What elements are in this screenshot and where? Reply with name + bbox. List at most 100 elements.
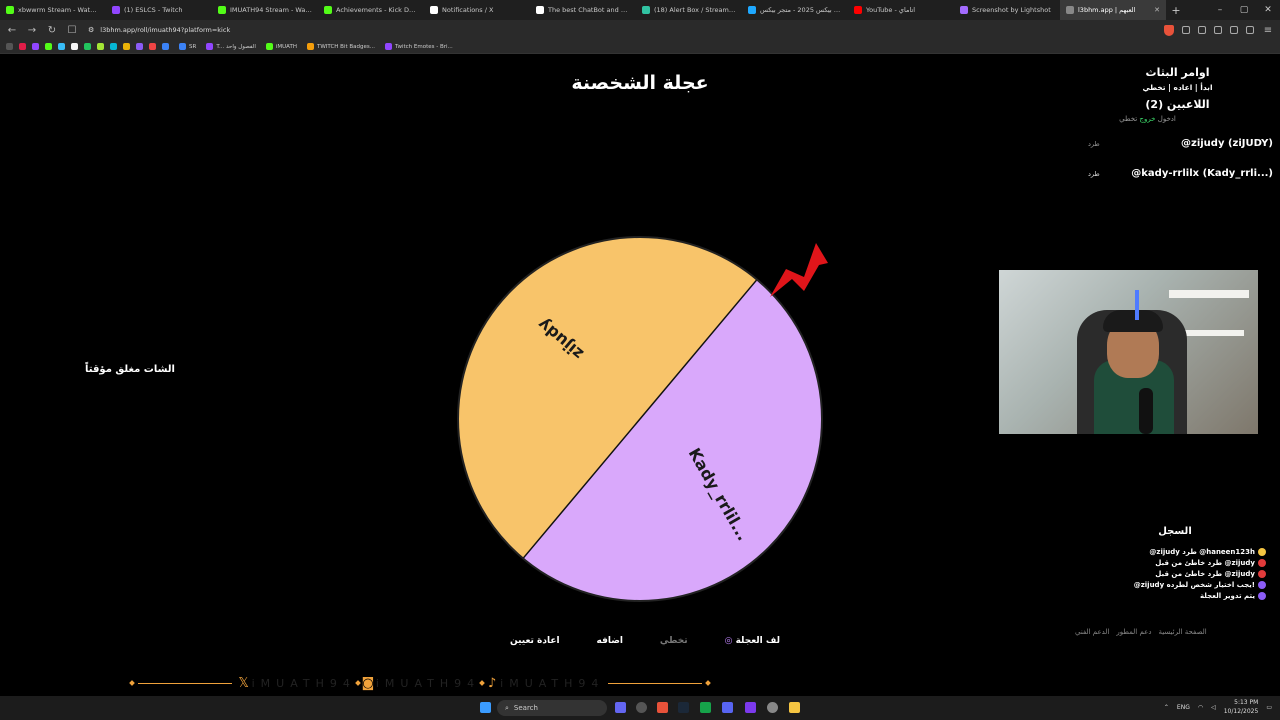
bookmark-icon bbox=[265, 43, 273, 50]
file-explorer-icon[interactable] bbox=[789, 702, 800, 713]
close-icon[interactable]: ✕ bbox=[1256, 5, 1280, 15]
chevron-up-icon[interactable]: ⌃ bbox=[1164, 704, 1169, 711]
browser-tab[interactable]: The best ChatBot and Widgets bbox=[530, 0, 636, 20]
browser-toolbar: ← → ↻ ☐ ⚙ l3bhm.app/roll/imuath94?platfo… bbox=[0, 20, 1280, 40]
bookmark-item[interactable]: Twitch Emotes - Bri... bbox=[385, 43, 453, 50]
bookmark-icon bbox=[179, 43, 186, 50]
add-button[interactable]: اضافه bbox=[587, 634, 634, 648]
brave-shield-icon[interactable] bbox=[1164, 24, 1174, 36]
bookmark-icon[interactable] bbox=[162, 43, 169, 50]
settings-icon[interactable] bbox=[767, 702, 778, 713]
tab-title: The best ChatBot and Widgets bbox=[548, 6, 630, 14]
tab-title: (18) Alert Box / Streamlabs bbox=[654, 6, 736, 14]
chat-app-icon[interactable] bbox=[615, 702, 626, 713]
volume-icon[interactable]: ◁ bbox=[1211, 704, 1216, 711]
bookmark-icon[interactable] bbox=[32, 43, 39, 50]
reload-icon[interactable]: ↻ bbox=[46, 25, 58, 36]
menu-icon[interactable]: ≡ bbox=[1262, 25, 1274, 36]
bookmark-list: SR T... الفصول واحد iMUATH TWITCH Bit Badge… bbox=[179, 43, 453, 50]
extension-icon[interactable] bbox=[1214, 26, 1222, 34]
spin-wheel[interactable]: zijudyKady_rrlil... bbox=[456, 235, 876, 615]
browser-tab[interactable]: Achievements - Kick Dashboa bbox=[318, 0, 424, 20]
forward-icon[interactable]: → bbox=[26, 25, 38, 36]
bookmark-icon bbox=[385, 43, 392, 50]
sidebar-icon[interactable] bbox=[1230, 26, 1238, 34]
social-banner: 𝕏 iMUATH94 ◙ iMUATH94 ♪ iMUATH94 bbox=[129, 674, 711, 692]
divider-line bbox=[608, 682, 703, 684]
site-info-icon[interactable]: ⚙ bbox=[88, 26, 94, 34]
skip-button[interactable]: تخطي bbox=[650, 634, 698, 648]
footer-link[interactable]: الدعم الفني bbox=[1075, 628, 1109, 636]
bookmark-item[interactable]: iMUATH bbox=[265, 43, 297, 50]
language-indicator[interactable]: ENG bbox=[1177, 704, 1190, 711]
bookmark-icon[interactable] bbox=[97, 43, 104, 50]
spin-label: لف العجلة bbox=[735, 636, 780, 646]
tab-favicon-icon bbox=[1066, 6, 1074, 14]
wifi-icon[interactable]: ◠ bbox=[1198, 704, 1203, 711]
address-bar[interactable]: ⚙ l3bhm.app/roll/imuath94?platform=kick bbox=[86, 23, 1156, 37]
kick-button[interactable]: طرد bbox=[1088, 170, 1100, 178]
extension-icon[interactable] bbox=[1182, 26, 1190, 34]
bookmark-item[interactable]: TWITCH Bit Badges... bbox=[306, 43, 375, 50]
bookmark-icon[interactable] bbox=[45, 43, 52, 50]
start-icon[interactable] bbox=[480, 702, 491, 713]
back-icon[interactable]: ← bbox=[6, 25, 18, 36]
browser-tab[interactable]: IMUATH94 Stream - Watch bbox=[212, 0, 318, 20]
bookmark-icon[interactable] bbox=[123, 43, 130, 50]
notification-icon[interactable]: ▭ bbox=[1266, 704, 1272, 711]
footer-link[interactable]: الصفحة الرئيسية bbox=[1158, 628, 1206, 636]
chat-closed-notice: الشات مغلق مؤقتاً bbox=[85, 364, 175, 375]
tab-close-icon[interactable]: ✕ bbox=[1154, 6, 1160, 14]
wallet-icon[interactable] bbox=[1246, 26, 1254, 34]
bookmark-item[interactable]: SR bbox=[179, 43, 196, 50]
bookmark-icon[interactable] bbox=[84, 43, 91, 50]
new-tab-button[interactable]: + bbox=[1166, 4, 1186, 17]
tab-favicon-icon bbox=[112, 6, 120, 14]
reset-button[interactable]: اعادة تعيين bbox=[500, 634, 570, 648]
time: 5:13 PM bbox=[1234, 699, 1259, 706]
tab-favicon-icon bbox=[6, 6, 14, 14]
apps-icon[interactable] bbox=[6, 43, 13, 50]
browser-tab[interactable]: xbwwrm Stream - Watch Li bbox=[0, 0, 106, 20]
bookmark-icon[interactable] bbox=[110, 43, 117, 50]
bookmark-icon[interactable] bbox=[71, 43, 78, 50]
tab-favicon-icon bbox=[430, 6, 438, 14]
browser-tab[interactable]: (1) ESLCS - Twitch bbox=[106, 0, 212, 20]
player-row: طرد @zijudy (ziJUDY) bbox=[1088, 138, 1273, 149]
app-icon[interactable] bbox=[745, 702, 756, 713]
bookmarks-bar: SR T... الفصول واحد iMUATH TWITCH Bit Badge… bbox=[0, 40, 1280, 54]
spin-wheel-button[interactable]: ◎ لف العجلة bbox=[715, 634, 790, 648]
bookmark-icon[interactable] bbox=[136, 43, 143, 50]
instagram-icon: ◙ bbox=[361, 675, 375, 691]
footer-link[interactable]: دعم المطور bbox=[1116, 628, 1151, 636]
brave-icon[interactable] bbox=[657, 702, 668, 713]
clock[interactable]: 5:13 PM 10/12/2025 bbox=[1224, 698, 1259, 716]
bookmark-icon[interactable] bbox=[149, 43, 156, 50]
footer-links: الصفحة الرئيسية دعم المطور الدعم الفني bbox=[1075, 628, 1230, 636]
divider-line bbox=[138, 682, 232, 684]
extension-icon[interactable] bbox=[1198, 26, 1206, 34]
bookmark-item[interactable]: T... الفصول واحد bbox=[206, 43, 256, 50]
kick-button[interactable]: طرد bbox=[1088, 140, 1100, 148]
obs-icon[interactable] bbox=[636, 702, 647, 713]
browser-tab[interactable]: l3bhm.app | العبهم ✕ bbox=[1060, 0, 1166, 20]
bookmark-icon[interactable] bbox=[19, 43, 26, 50]
maximize-icon[interactable]: ▢ bbox=[1232, 5, 1256, 15]
minimize-icon[interactable]: – bbox=[1208, 5, 1232, 15]
steam-icon[interactable] bbox=[678, 702, 689, 713]
app-icon[interactable] bbox=[700, 702, 711, 713]
browser-tab[interactable]: YouTube - اتاماي bbox=[848, 0, 954, 20]
discord-icon[interactable] bbox=[722, 702, 733, 713]
browser-tab[interactable]: (18) Alert Box / Streamlabs bbox=[636, 0, 742, 20]
player-name: @zijudy (ziJUDY) bbox=[1181, 138, 1273, 149]
browser-tab[interactable]: Notifications / X bbox=[424, 0, 530, 20]
bookmark-page-icon[interactable]: ☐ bbox=[66, 25, 78, 36]
tab-title: جيرسي بيكس 2025 - متجر بيكس bbox=[760, 6, 842, 14]
bookmark-icon[interactable] bbox=[58, 43, 65, 50]
browser-tab[interactable]: جيرسي بيكس 2025 - متجر بيكس bbox=[742, 0, 848, 20]
browser-tab[interactable]: Screenshot by Lightshot bbox=[954, 0, 1060, 20]
webcam-overlay bbox=[999, 270, 1258, 434]
taskbar-search[interactable]: ⌕ Search bbox=[497, 700, 607, 716]
system-tray: ⌃ ENG ◠ ◁ 5:13 PM 10/12/2025 ▭ bbox=[1164, 698, 1272, 716]
tab-title: xbwwrm Stream - Watch Li bbox=[18, 6, 100, 14]
